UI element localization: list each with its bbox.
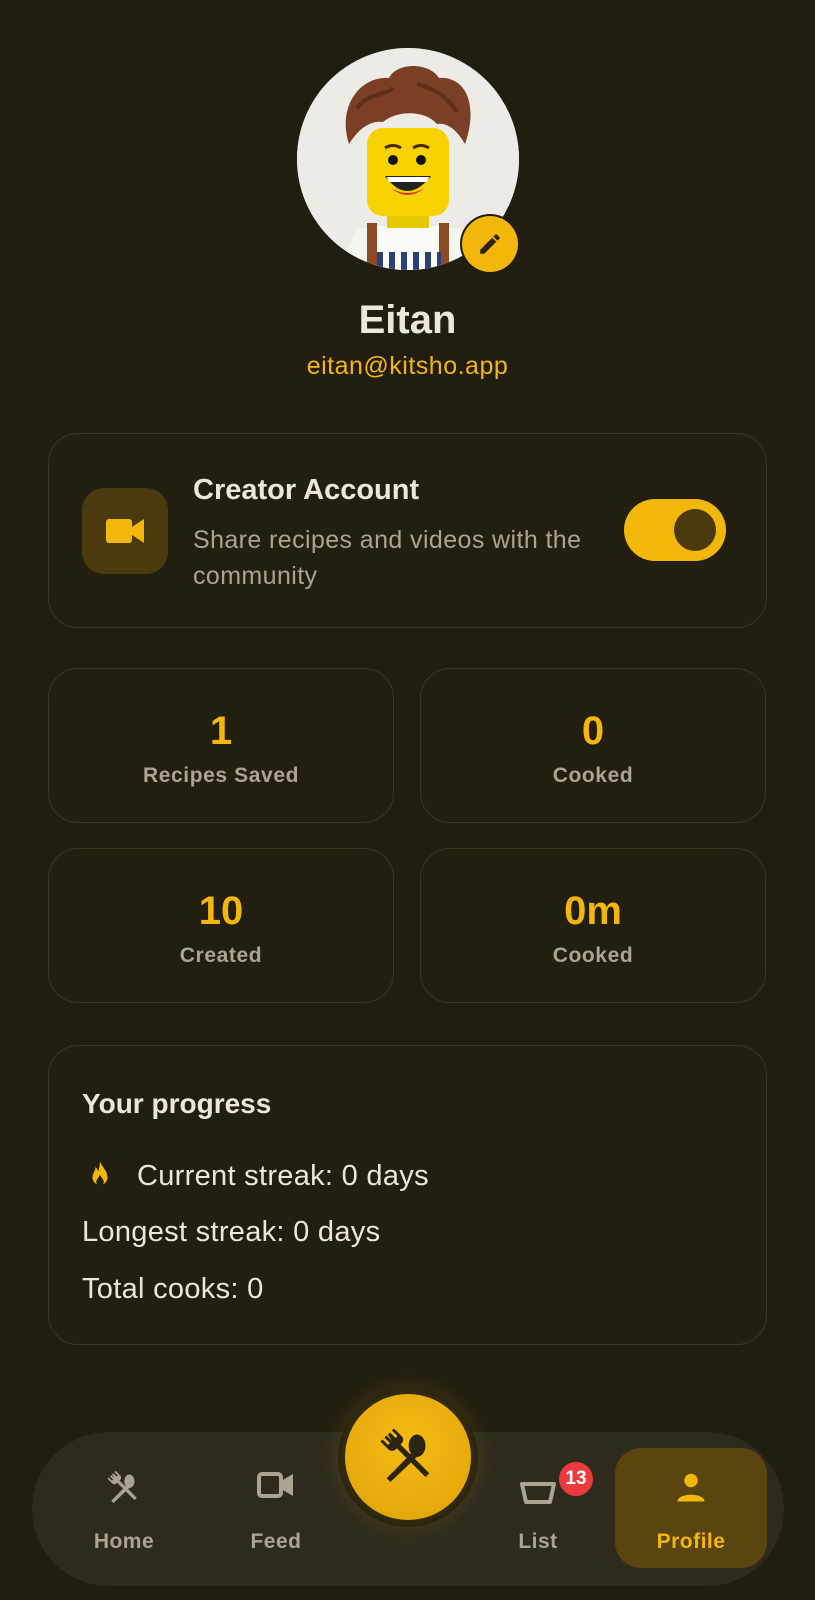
stat-label: Created: [179, 944, 263, 967]
stat-label: Cooked: [552, 764, 634, 787]
video-camera-icon: [106, 519, 144, 543]
stat-value: 1: [209, 709, 233, 753]
fire-icon: [82, 1158, 118, 1194]
stat-value: 10: [198, 889, 244, 933]
current-streak-text: Current streak: 0 days: [137, 1159, 429, 1192]
progress-title: Your progress: [82, 1088, 272, 1119]
nav-feed-label: Feed: [250, 1530, 302, 1553]
cook-fab-container: [338, 1387, 478, 1527]
pencil-icon: [480, 234, 500, 254]
creator-icon-container: [82, 488, 168, 574]
stat-card-cooked[interactable]: 0 Cooked: [420, 668, 766, 823]
profile-email: eitan@kitsho.app: [306, 352, 509, 380]
stat-label: Cooked: [552, 944, 634, 967]
fork-spoon-icon: [59, 1470, 189, 1510]
cook-fab-button[interactable]: [345, 1394, 471, 1520]
nav-home-label: Home: [93, 1530, 155, 1553]
list-count-badge: 13: [559, 1462, 593, 1496]
profile-screen: Eitan eitan@kitsho.app Creator Account S…: [0, 0, 815, 1600]
avatar-container: [297, 48, 519, 272]
nav-feed[interactable]: Feed: [211, 1432, 341, 1586]
fork-spoon-icon: [380, 1428, 430, 1482]
toggle-knob: [674, 509, 716, 551]
stat-card-created[interactable]: 10 Created: [48, 848, 394, 1003]
stat-value: 0: [581, 709, 605, 753]
person-icon: [615, 1470, 767, 1510]
edit-avatar-button[interactable]: [462, 216, 518, 272]
stat-value: 0m: [564, 889, 622, 933]
progress-card: Your progress Current streak: 0 days Lon…: [48, 1045, 767, 1345]
creator-account-card: Creator Account Share recipes and videos…: [48, 433, 767, 628]
stat-card-recipes-saved[interactable]: 1 Recipes Saved: [48, 668, 394, 823]
nav-list-label: List: [518, 1530, 558, 1553]
profile-name: Eitan: [358, 298, 457, 342]
nav-profile-label: Profile: [656, 1530, 726, 1553]
creator-account-description: Share recipes and videos with the commun…: [193, 526, 582, 590]
longest-streak-text: Longest streak: 0 days: [82, 1216, 381, 1248]
total-cooks-text: Total cooks: 0: [82, 1273, 264, 1305]
creator-account-title: Creator Account: [193, 474, 420, 506]
stat-card-cook-time[interactable]: 0m Cooked: [420, 848, 766, 1003]
nav-home[interactable]: Home: [59, 1432, 189, 1586]
nav-profile[interactable]: Profile: [615, 1448, 767, 1568]
stat-label: Recipes Saved: [142, 764, 300, 787]
current-streak-row: Current streak: 0 days: [82, 1158, 429, 1194]
nav-list[interactable]: 13 List: [473, 1432, 603, 1586]
video-icon: [211, 1470, 341, 1510]
creator-account-toggle[interactable]: [624, 499, 726, 561]
